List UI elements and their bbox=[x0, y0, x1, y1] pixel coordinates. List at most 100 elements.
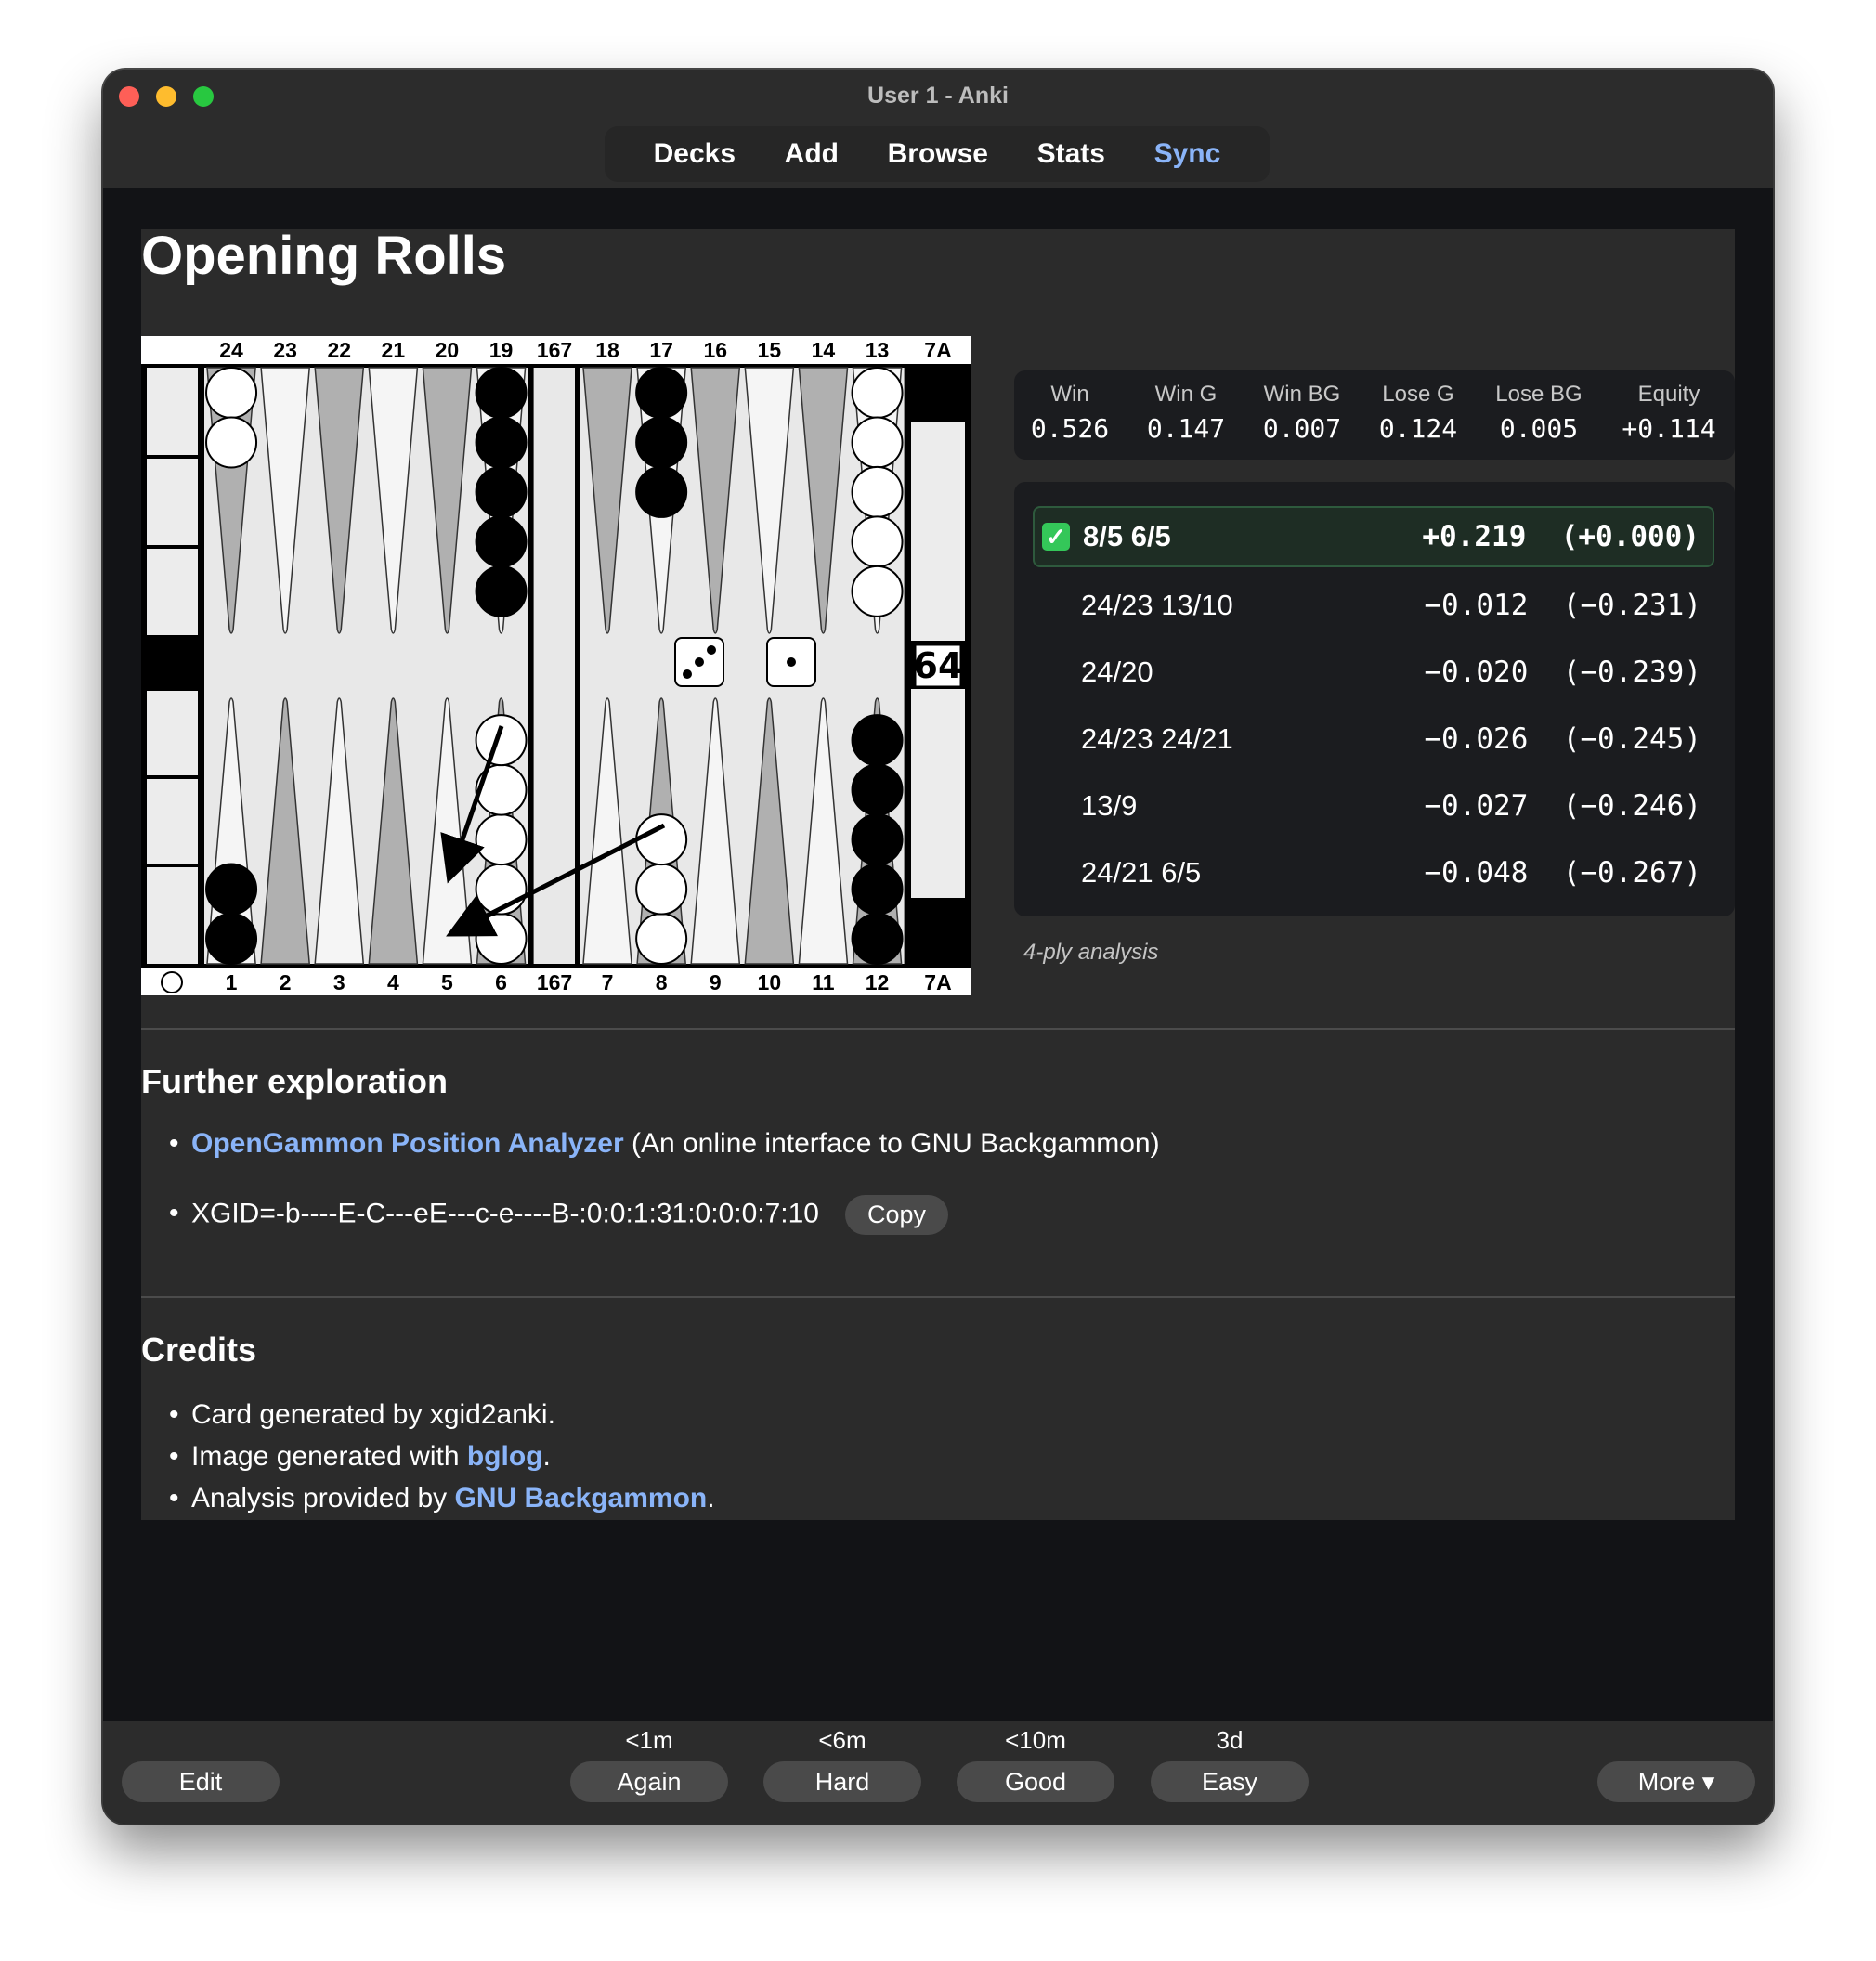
top-toolbar: Decks Add Browse Stats Sync bbox=[103, 123, 1773, 188]
top-point-label: 20 bbox=[436, 338, 460, 362]
copy-xgid-button[interactable]: Copy bbox=[844, 1195, 949, 1235]
hard-button[interactable]: Hard bbox=[763, 1761, 921, 1802]
top-point-label: 16 bbox=[703, 338, 727, 362]
black-checker bbox=[635, 367, 688, 419]
black-checker bbox=[475, 416, 528, 469]
good-button[interactable]: Good bbox=[957, 1761, 1114, 1802]
top-point-label: 17 bbox=[649, 338, 673, 362]
toolbar-nav: Decks Add Browse Stats Sync bbox=[605, 126, 1270, 182]
move-equity: +0.219 (+0.000) bbox=[1422, 520, 1700, 553]
black-checker bbox=[851, 813, 904, 866]
sync-link[interactable]: Sync bbox=[1154, 138, 1221, 170]
move-notation: 24/23 24/21 bbox=[1081, 722, 1233, 755]
stat-lose-g: Lose G 0.124 bbox=[1362, 382, 1474, 444]
right-tray-bottom bbox=[911, 689, 965, 898]
gnu-backgammon-link[interactable]: GNU Backgammon bbox=[454, 1483, 707, 1513]
move-row: 24/20 −0.020 (−0.239) bbox=[1033, 642, 1714, 703]
section-divider bbox=[141, 1028, 1735, 1030]
white-checker bbox=[635, 813, 688, 866]
die-pip bbox=[683, 669, 692, 679]
xgid-text: XGID=-b----E-C---eE---c-e----B-:0:0:1:31… bbox=[191, 1198, 819, 1229]
bottom-point-label: 4 bbox=[387, 970, 399, 994]
stats-link[interactable]: Stats bbox=[1037, 138, 1105, 170]
good-interval: <10m bbox=[1005, 1726, 1066, 1754]
top-point-label: 23 bbox=[273, 338, 297, 362]
die-pip bbox=[707, 645, 716, 655]
stat-label: Lose G bbox=[1382, 382, 1454, 407]
window-title: User 1 - Anki bbox=[867, 83, 1009, 109]
stat-value: 0.526 bbox=[1030, 413, 1110, 444]
tray-black-block bbox=[147, 637, 198, 689]
bottom-point-label: 5 bbox=[441, 970, 453, 994]
black-checker bbox=[205, 913, 258, 965]
edit-button[interactable]: Edit bbox=[122, 1761, 280, 1802]
top-point-label: 18 bbox=[595, 338, 619, 362]
xgid-list-item: • XGID=-b----E-C---eE---c-e----B-:0:0:1:3… bbox=[169, 1195, 949, 1235]
move-notation: 13/9 bbox=[1081, 789, 1138, 822]
move-row: 24/21 6/5 −0.048 (−0.267) bbox=[1033, 842, 1714, 903]
black-checker bbox=[475, 515, 528, 568]
stat-value: 0.007 bbox=[1262, 413, 1342, 444]
credit-item: • Analysis provided by GNU Backgammon. bbox=[169, 1483, 715, 1513]
white-checker bbox=[475, 813, 528, 866]
again-interval: <1m bbox=[625, 1726, 673, 1754]
stat-win-bg: Win BG 0.007 bbox=[1246, 382, 1358, 444]
bottom-point-label: 3 bbox=[333, 970, 345, 994]
black-checker bbox=[851, 763, 904, 816]
section-divider bbox=[141, 1296, 1735, 1298]
bottom-point-label: 10 bbox=[758, 970, 782, 994]
die-pip bbox=[695, 657, 704, 667]
bottom-point-label: 7A bbox=[924, 970, 951, 994]
more-button[interactable]: More ▾ bbox=[1597, 1761, 1755, 1802]
title-bar: User 1 - Anki bbox=[103, 70, 1773, 123]
opengammon-link[interactable]: OpenGammon Position Analyzer bbox=[191, 1128, 624, 1159]
analyzer-list-item: • OpenGammon Position Analyzer (An online… bbox=[169, 1128, 1160, 1159]
checkmark-icon: ✓ bbox=[1042, 523, 1070, 551]
browse-link[interactable]: Browse bbox=[888, 138, 988, 170]
black-checker bbox=[851, 913, 904, 965]
black-checker bbox=[851, 714, 904, 767]
stat-label: Win BG bbox=[1263, 382, 1341, 407]
stat-equity: Equity +0.114 bbox=[1613, 382, 1725, 444]
stat-value: 0.147 bbox=[1146, 413, 1226, 444]
white-checker bbox=[205, 367, 258, 419]
white-checker bbox=[851, 367, 904, 419]
top-point-label: 7A bbox=[924, 338, 951, 362]
move-equity: −0.012 (−0.231) bbox=[1424, 589, 1701, 622]
black-checker bbox=[635, 465, 688, 518]
bottom-point-label: 8 bbox=[656, 970, 668, 994]
board-image: 6424 23 22 21 20 19 167 18 17 16 15 14 13 7A1 2 3 4 5 6 167… bbox=[141, 336, 971, 995]
top-point-label: 19 bbox=[489, 338, 514, 362]
stat-label: Lose BG bbox=[1495, 382, 1583, 407]
move-row: 24/23 24/21 −0.026 (−0.245) bbox=[1033, 708, 1714, 770]
further-exploration-heading: Further exploration bbox=[141, 1062, 449, 1100]
card-title: Opening Rolls bbox=[141, 226, 507, 286]
stat-win: Win 0.526 bbox=[1014, 382, 1126, 444]
bglog-link[interactable]: bglog bbox=[467, 1441, 543, 1472]
white-checker bbox=[475, 714, 528, 767]
move-equity: −0.027 (−0.246) bbox=[1424, 789, 1701, 823]
analysis-depth-note: 4-ply analysis bbox=[1023, 940, 1159, 965]
stat-win-g: Win G 0.147 bbox=[1130, 382, 1242, 444]
black-checker bbox=[475, 465, 528, 518]
white-checker bbox=[205, 416, 258, 469]
move-notation: 24/23 13/10 bbox=[1081, 589, 1233, 621]
again-button[interactable]: Again bbox=[570, 1761, 728, 1802]
stat-label: Equity bbox=[1637, 382, 1700, 407]
stat-label: Win G bbox=[1154, 382, 1218, 407]
die-pip bbox=[787, 657, 796, 667]
decks-link[interactable]: Decks bbox=[654, 138, 736, 170]
easy-button[interactable]: Easy bbox=[1151, 1761, 1309, 1802]
right-outer-area bbox=[580, 368, 905, 964]
move-notation: 8/5 6/5 bbox=[1083, 520, 1171, 552]
top-point-label: 22 bbox=[327, 338, 351, 362]
bottom-point-label: 2 bbox=[280, 970, 292, 994]
credits-heading: Credits bbox=[141, 1331, 257, 1369]
credit-item: • Card generated by xgid2anki. bbox=[169, 1399, 555, 1430]
top-point-label: 13 bbox=[866, 338, 890, 362]
bottom-point-label: 6 bbox=[495, 970, 507, 994]
move-equity: −0.020 (−0.239) bbox=[1424, 656, 1701, 689]
top-point-label: 15 bbox=[758, 338, 782, 362]
add-link[interactable]: Add bbox=[785, 138, 839, 170]
white-checker bbox=[851, 416, 904, 469]
